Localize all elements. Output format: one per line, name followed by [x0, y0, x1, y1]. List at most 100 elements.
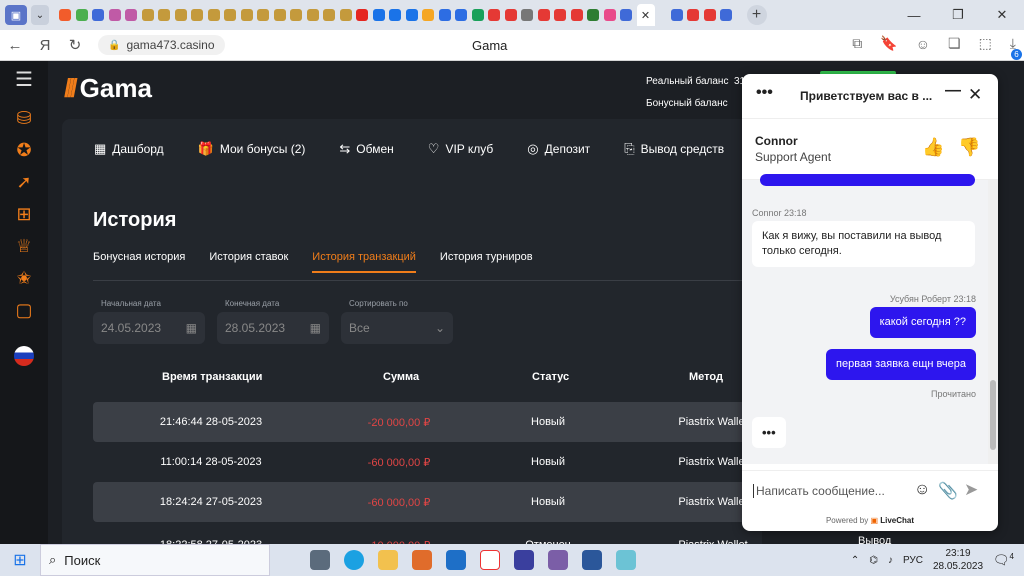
tab-bonus-history[interactable]: Бонусная история — [93, 251, 185, 273]
chevron-up-icon[interactable]: ⌃ — [851, 555, 859, 566]
tab-favicon[interactable] — [471, 9, 484, 21]
reload-icon[interactable]: ↻ — [60, 36, 90, 54]
scroll-thumb[interactable] — [990, 380, 996, 450]
taskbar-search[interactable]: ⌕ Поиск — [40, 544, 270, 576]
windows-start-icon[interactable]: ⊞ — [0, 550, 40, 570]
tab-favicon[interactable] — [108, 9, 121, 21]
store-icon[interactable] — [412, 550, 432, 570]
tab-favicon[interactable] — [125, 9, 137, 21]
minimize-chat-icon[interactable]: — — [945, 82, 961, 100]
gift-icon[interactable]: ⊞ — [16, 198, 31, 230]
tab-favicon[interactable] — [59, 9, 71, 21]
tab-favicon[interactable] — [158, 9, 170, 21]
tab-list-dropdown[interactable]: ⌄ — [31, 5, 49, 25]
message-input[interactable]: Написать сообщение... — [753, 484, 885, 498]
tab-favicon[interactable] — [92, 9, 104, 21]
tab-favicon[interactable] — [141, 9, 154, 21]
nav-withdraw[interactable]: ⎘ Вывод средств — [624, 141, 724, 157]
tab-favicon[interactable] — [191, 9, 203, 21]
tab-favicon[interactable] — [339, 9, 352, 21]
tab-favicon[interactable] — [405, 9, 418, 21]
back-icon[interactable]: ← — [0, 37, 30, 54]
bookmark-icon[interactable]: 🔖 — [880, 35, 897, 52]
chat-scrollbar[interactable] — [988, 180, 998, 464]
tab-favicon[interactable] — [257, 9, 269, 21]
trophy-icon[interactable]: ♕ — [16, 230, 32, 262]
tab-favicon[interactable] — [438, 9, 451, 21]
tab-favicon[interactable] — [537, 9, 550, 21]
tab-transaction-history[interactable]: История транзакций — [312, 251, 416, 273]
mail-icon[interactable] — [446, 550, 466, 570]
nav-vip[interactable]: ♡ VIP клуб — [428, 141, 494, 157]
rocket-icon[interactable]: ➚ — [16, 166, 31, 198]
start-date-field[interactable]: 24.05.2023 ▦ — [93, 312, 205, 344]
clock[interactable]: 23:19 28.05.2023 — [933, 547, 983, 573]
explorer-icon[interactable] — [378, 550, 398, 570]
tab-favicon[interactable] — [603, 9, 616, 21]
tab-favicon[interactable] — [306, 9, 319, 21]
tab-close-icon[interactable]: ✕ — [636, 4, 655, 26]
tab-favicon[interactable] — [75, 9, 88, 21]
download-icon[interactable]: ⤓ 6 — [1010, 35, 1022, 60]
close-chat-icon[interactable]: ✕ — [968, 85, 982, 105]
more-options-icon[interactable]: ••• — [756, 84, 773, 102]
word-icon[interactable] — [582, 550, 602, 570]
app-icon[interactable] — [616, 550, 636, 570]
tab-favicon[interactable] — [207, 9, 220, 21]
tab-favicon[interactable] — [372, 9, 385, 21]
tab-favicon[interactable] — [570, 9, 583, 21]
task-view-icon[interactable] — [310, 550, 330, 570]
notifications-icon[interactable]: 🗨4 — [993, 552, 1014, 568]
coins-icon[interactable]: ⛁ — [16, 102, 31, 134]
url-field[interactable]: 🔒 gama473.casino — [98, 35, 225, 55]
tab-favicon[interactable] — [703, 9, 716, 21]
yandex-browser-icon[interactable] — [480, 550, 500, 570]
tab-favicon[interactable] — [224, 9, 236, 21]
copilot-icon[interactable] — [548, 550, 568, 570]
nav-exchange[interactable]: ⇆ Обмен — [339, 141, 393, 157]
restore-icon[interactable]: ❐ — [936, 7, 980, 23]
tab-favicon[interactable] — [389, 9, 401, 21]
powered-by[interactable]: Powered by ▣ LiveChat — [742, 516, 998, 525]
attachment-icon[interactable]: 📎 — [938, 481, 958, 501]
network-icon[interactable]: ⌬ — [869, 555, 878, 566]
table-row[interactable]: 11:00:14 28-05-2023 -60 000,00 ₽ Новый P… — [93, 442, 763, 482]
emoji-icon[interactable]: ☺ — [914, 481, 930, 499]
language-indicator[interactable]: РУС — [903, 555, 923, 566]
extension-icon[interactable]: ⬚ — [979, 35, 992, 52]
nav-dashboard[interactable]: ▦ Дашборд — [94, 141, 164, 157]
table-row[interactable]: 21:46:44 28-05-2023 -20 000,00 ₽ Новый P… — [93, 402, 763, 442]
chat-icon[interactable]: ▢ — [15, 294, 32, 326]
close-window-icon[interactable]: ✕ — [980, 7, 1024, 23]
new-tab-button[interactable]: + — [746, 5, 767, 25]
wheel-icon[interactable]: ✪ — [16, 134, 31, 166]
tab-favicon[interactable] — [587, 9, 599, 21]
tab-favicon[interactable] — [323, 9, 335, 21]
tab-favicon[interactable] — [488, 9, 500, 21]
end-date-field[interactable]: 28.05.2023 ▦ — [217, 312, 329, 344]
tab-tournament-history[interactable]: История турниров — [440, 251, 533, 273]
tab-favicon[interactable] — [554, 9, 566, 21]
minimize-icon[interactable]: — — [892, 8, 936, 23]
badge-icon[interactable]: ✬ — [16, 262, 31, 294]
tab-favicon[interactable] — [422, 9, 434, 21]
tab-favicon[interactable] — [720, 9, 732, 21]
menu-icon[interactable]: ☰ — [15, 67, 33, 92]
logo[interactable]: /// Gama — [64, 73, 152, 104]
edge-icon[interactable] — [344, 550, 364, 570]
tab-favicon[interactable] — [620, 9, 632, 21]
tab-favicon[interactable] — [290, 9, 302, 21]
tab-favicon[interactable] — [273, 9, 286, 21]
nav-deposit[interactable]: ◎ Депозит — [527, 141, 590, 157]
tab-favicon[interactable] — [687, 9, 699, 21]
table-row[interactable]: 18:24:24 27-05-2023 -60 000,00 ₽ Новый P… — [93, 482, 763, 522]
russia-flag-icon[interactable] — [14, 346, 34, 366]
tab-favicon[interactable] — [504, 9, 517, 21]
speaker-icon[interactable]: ♪ — [888, 555, 893, 566]
send-icon[interactable]: ➤ — [964, 480, 978, 500]
collections-icon[interactable]: ❏ — [948, 35, 961, 52]
tab-favicon[interactable] — [240, 9, 253, 21]
translate-icon[interactable]: ⧉ — [852, 35, 862, 52]
sort-select[interactable]: Все ⌄ — [341, 312, 453, 344]
tab-bet-history[interactable]: История ставок — [209, 251, 288, 273]
